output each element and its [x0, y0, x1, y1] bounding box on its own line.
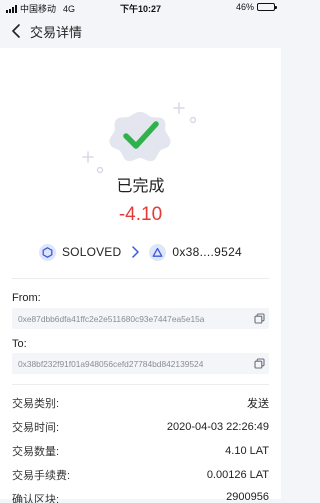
divider: [12, 384, 269, 385]
detail-row-time: 交易时间: 2020-04-03 22:26:49: [12, 415, 269, 439]
detail-row-type: 交易类别: 发送: [12, 391, 269, 415]
from-wallet-name: SOLOVED: [61, 245, 122, 259]
back-icon[interactable]: [4, 14, 30, 48]
divider: [12, 278, 269, 279]
detail-row-quantity: 交易数量: 4.10 LAT: [12, 439, 269, 463]
copy-icon[interactable]: [249, 353, 269, 374]
detail-row-fee: 交易手续费: 0.00126 LAT: [12, 463, 269, 487]
arrow-right-icon: [131, 246, 140, 258]
transaction-status: 已完成: [116, 178, 165, 195]
detail-label: 确认区块:: [12, 494, 60, 503]
detail-value: 2020-04-03 22:26:49: [166, 421, 269, 433]
detail-value: 发送: [247, 398, 269, 410]
wallet-hexagon-icon: [38, 243, 56, 261]
nav-bar: 交易详情: [0, 14, 281, 48]
transaction-card: 已完成 -4.10 SOLOVED 0x38....9524 From: 0xe…: [0, 48, 281, 503]
detail-label: 交易手续费:: [12, 470, 71, 482]
detail-label: 交易时间:: [12, 422, 60, 434]
success-icon: [82, 102, 197, 174]
detail-row-block: 确认区块: 2900956: [12, 487, 269, 503]
detail-value: 0.00126 LAT: [206, 469, 269, 481]
detail-value: 2900956: [226, 491, 269, 503]
transfer-route: SOLOVED 0x38....9524: [0, 240, 281, 264]
to-address-box: 0x38bf232f91f01a948056cefd27784bd8421395…: [12, 353, 269, 374]
copy-icon[interactable]: [249, 308, 269, 329]
from-address: 0xe87dbb6dfa41ffc2e2e511680c93e7447ea5e1…: [18, 313, 205, 324]
details-list: 交易类别: 发送 交易时间: 2020-04-03 22:26:49 交易数量:…: [12, 391, 269, 503]
status-bar: 中国移动 4G 下午10:27 46%: [0, 0, 281, 14]
to-label: To:: [12, 338, 27, 350]
transaction-amount: -4.10: [118, 204, 163, 225]
battery-icon: [257, 3, 277, 11]
page-title: 交易详情: [30, 24, 83, 40]
detail-label: 交易类别:: [12, 398, 60, 410]
triangle-icon: [149, 243, 167, 261]
to-address-short: 0x38....9524: [172, 245, 243, 259]
to-address: 0x38bf232f91f01a948056cefd27784bd8421395…: [18, 358, 204, 369]
status-right: 46%: [235, 2, 277, 12]
detail-label: 交易数量:: [12, 446, 60, 458]
from-address-box: 0xe87dbb6dfa41ffc2e2e511680c93e7447ea5e1…: [12, 308, 269, 329]
detail-value: 4.10 LAT: [225, 445, 269, 457]
battery-percent: 46%: [235, 2, 254, 12]
badge-shape: [109, 112, 171, 162]
from-label: From:: [12, 292, 41, 304]
